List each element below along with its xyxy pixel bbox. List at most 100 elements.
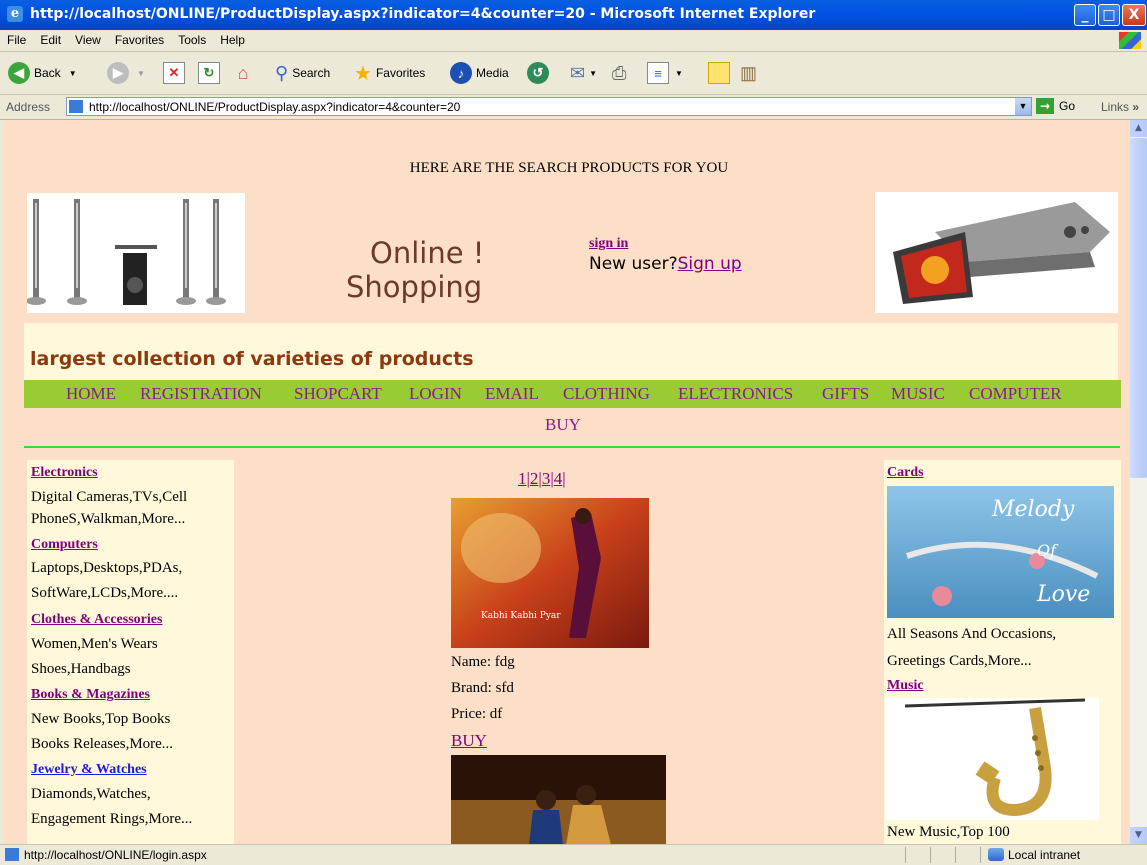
music-saxophone-image[interactable] <box>885 698 1099 820</box>
home-button[interactable]: ⌂ <box>233 61 253 85</box>
back-button[interactable]: ◀ Back ▼ <box>8 61 77 85</box>
new-user-label: New user? <box>589 254 678 274</box>
maximize-button[interactable]: □ <box>1098 4 1120 26</box>
address-input[interactable]: http://localhost/ONLINE/ProductDisplay.a… <box>66 97 1032 116</box>
page-link-4[interactable]: 4 <box>554 469 563 488</box>
product-image-2[interactable] <box>451 755 666 844</box>
menu-tools[interactable]: Tools <box>171 30 213 47</box>
logo-line2: Shopping <box>346 270 483 304</box>
window-title: http://localhost/ONLINE/ProductDisplay.a… <box>30 6 816 22</box>
go-label: Go <box>1059 99 1076 113</box>
research-icon: ▥ <box>740 62 758 83</box>
discuss-button[interactable] <box>708 61 730 85</box>
clothes-desc-2: Shoes,Handbags <box>31 661 131 677</box>
minimize-button[interactable]: _ <box>1074 4 1096 26</box>
scroll-up-icon[interactable]: ▲ <box>1130 120 1147 137</box>
books-desc-2: Books Releases,More... <box>31 736 174 752</box>
product-price: Price: df <box>451 706 503 722</box>
menu-favorites[interactable]: Favorites <box>108 30 171 47</box>
nav-music[interactable]: MUSIC <box>891 384 945 404</box>
edit-dropdown-icon[interactable]: ▼ <box>675 69 683 78</box>
nav-home[interactable]: HOME <box>66 384 116 404</box>
menu-file[interactable]: File <box>0 30 33 47</box>
address-url[interactable]: http://localhost/ONLINE/ProductDisplay.a… <box>89 100 460 114</box>
page-link-2[interactable]: 2 <box>530 469 539 488</box>
mail-dropdown-icon[interactable]: ▼ <box>589 69 597 78</box>
divider <box>24 446 1120 448</box>
address-label: Address <box>6 100 51 114</box>
forward-dropdown-icon[interactable]: ▼ <box>137 69 145 78</box>
scroll-thumb[interactable] <box>1130 138 1147 478</box>
car-dvd-player-image <box>875 192 1118 313</box>
media-icon: ♪ <box>450 62 472 84</box>
stop-button[interactable]: ✕ <box>163 61 185 85</box>
page-icon <box>69 100 83 113</box>
links-button[interactable]: Links » <box>1101 100 1139 114</box>
edit-button[interactable]: ≡ ▼ <box>647 61 683 85</box>
media-label: Media <box>476 66 509 80</box>
favorites-label: Favorites <box>375 66 426 80</box>
stop-icon: ✕ <box>163 62 185 84</box>
print-icon: ⎙ <box>612 62 627 83</box>
toolbar: ◀ Back ▼ ▶ ▼ ✕ ↻ ⌂ ⚲ Search ★ Favorites … <box>0 52 1147 95</box>
address-dropdown-icon[interactable]: ▼ <box>1015 98 1031 115</box>
nav-registration[interactable]: REGISTRATION <box>140 384 262 404</box>
music-desc-1: New Music,Top 100 <box>887 824 1010 840</box>
search-button[interactable]: ⚲ Search <box>275 61 330 85</box>
jewelry-desc-1: Diamonds,Watches, <box>31 786 151 802</box>
page-heading: HERE ARE THE SEARCH PRODUCTS FOR YOU <box>409 160 729 176</box>
history-button[interactable]: ↺ <box>527 61 549 85</box>
clothes-desc-1: Women,Men's Wears <box>31 636 158 652</box>
print-button[interactable]: ⎙ <box>612 61 626 85</box>
cards-desc-2: Greetings Cards,More... <box>887 653 1032 669</box>
sign-in-link[interactable]: sign in <box>589 236 628 252</box>
go-button[interactable]: → Go <box>1036 98 1075 114</box>
note-icon <box>708 62 730 84</box>
history-icon: ↺ <box>527 62 549 84</box>
local-intranet-icon <box>988 848 1004 861</box>
nav-gifts[interactable]: GIFTS <box>822 384 869 404</box>
product-brand: Brand: sfd <box>451 680 514 696</box>
refresh-button[interactable]: ↻ <box>198 61 220 85</box>
computers-desc-2: SoftWare,LCDs,More.... <box>31 585 179 601</box>
nav-shopcart[interactable]: SHOPCART <box>294 384 382 404</box>
nav-computer[interactable]: COMPUTER <box>969 384 1062 404</box>
category-cards-link[interactable]: Cards <box>887 465 924 481</box>
new-user-text: New user?Sign up <box>589 254 742 274</box>
category-electronics-link[interactable]: Electronics <box>31 465 98 481</box>
status-bar: http://localhost/ONLINE/login.aspx Local… <box>0 844 1147 865</box>
mail-button[interactable]: ✉ ▼ <box>570 61 597 85</box>
category-clothes-link[interactable]: Clothes & Accessories <box>31 612 162 628</box>
search-label: Search <box>292 66 331 80</box>
category-jewelry-link[interactable]: Jewelry & Watches <box>31 762 147 778</box>
category-computers-link[interactable]: Computers <box>31 537 98 553</box>
product-image[interactable]: Kabhi Kabhi Pyar <box>451 498 649 648</box>
svg-text:Melody: Melody <box>991 497 1075 522</box>
svg-text:Kabhi Kabhi Pyar: Kabhi Kabhi Pyar <box>481 611 561 621</box>
category-books-link[interactable]: Books & Magazines <box>31 687 150 703</box>
category-music-link[interactable]: Music <box>887 678 924 694</box>
menu-view[interactable]: View <box>68 30 108 47</box>
nav-clothing[interactable]: CLOTHING <box>563 384 650 404</box>
page-link-1[interactable]: 1 <box>518 469 527 488</box>
close-button[interactable]: X <box>1122 4 1146 26</box>
messenger-button[interactable]: ▥ <box>740 61 757 85</box>
page-link-3[interactable]: 3 <box>542 469 551 488</box>
go-arrow-icon: → <box>1036 98 1054 114</box>
menu-help[interactable]: Help <box>213 30 252 47</box>
sign-up-link[interactable]: Sign up <box>678 254 742 274</box>
cards-image[interactable]: Melody Of Love <box>887 486 1114 618</box>
back-dropdown-icon[interactable]: ▼ <box>69 69 77 78</box>
nav-electronics[interactable]: ELECTRONICS <box>678 384 793 404</box>
vertical-scrollbar[interactable]: ▲ ▼ <box>1130 120 1147 844</box>
menu-edit[interactable]: Edit <box>33 30 68 47</box>
favorites-button[interactable]: ★ Favorites <box>354 61 425 85</box>
media-button[interactable]: ♪ Media <box>450 61 509 85</box>
nav-email[interactable]: EMAIL <box>485 384 539 404</box>
scroll-down-icon[interactable]: ▼ <box>1130 827 1147 844</box>
nav-login[interactable]: LOGIN <box>409 384 462 404</box>
forward-button[interactable]: ▶ ▼ <box>107 61 145 85</box>
back-arrow-icon: ◀ <box>8 62 30 84</box>
product-buy-link[interactable]: BUY <box>451 731 487 751</box>
nav-buy[interactable]: BUY <box>545 415 581 435</box>
